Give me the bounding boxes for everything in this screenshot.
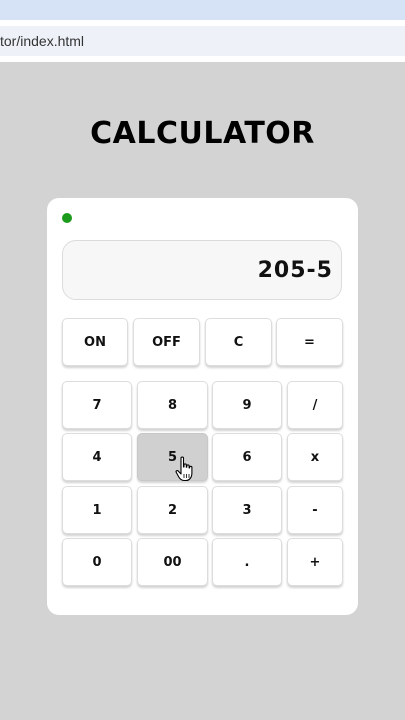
browser-address-bar: tor/index.html <box>0 20 405 62</box>
key-2[interactable]: 2 <box>137 486 208 534</box>
decimal-button[interactable]: . <box>212 538 282 586</box>
divide-button[interactable]: / <box>287 381 343 429</box>
url-text: tor/index.html <box>0 33 85 49</box>
key-4[interactable]: 4 <box>62 433 132 481</box>
browser-tab-strip <box>0 0 405 20</box>
power-indicator-led <box>62 213 72 223</box>
key-8[interactable]: 8 <box>137 381 208 429</box>
key-3[interactable]: 3 <box>212 486 282 534</box>
off-button[interactable]: OFF <box>133 318 200 366</box>
key-00[interactable]: 00 <box>137 538 208 586</box>
url-field[interactable]: tor/index.html <box>0 26 405 56</box>
key-7[interactable]: 7 <box>62 381 132 429</box>
equals-button[interactable]: = <box>276 318 343 366</box>
display-value: 205-5 <box>257 257 333 283</box>
calculator-display: 205-5 <box>62 240 342 300</box>
on-button[interactable]: ON <box>62 318 128 366</box>
page-title: CALCULATOR <box>90 116 315 151</box>
minus-button[interactable]: - <box>287 486 343 534</box>
key-1[interactable]: 1 <box>62 486 132 534</box>
plus-button[interactable]: + <box>287 538 343 586</box>
key-9[interactable]: 9 <box>212 381 282 429</box>
key-6[interactable]: 6 <box>212 433 282 481</box>
clear-button[interactable]: C <box>205 318 272 366</box>
key-0[interactable]: 0 <box>62 538 132 586</box>
multiply-button[interactable]: x <box>287 433 343 481</box>
calculator: 205-5 ON OFF C = 7 8 9 / 4 5 6 x 1 2 3 -… <box>47 198 358 615</box>
key-5[interactable]: 5 <box>137 433 208 481</box>
